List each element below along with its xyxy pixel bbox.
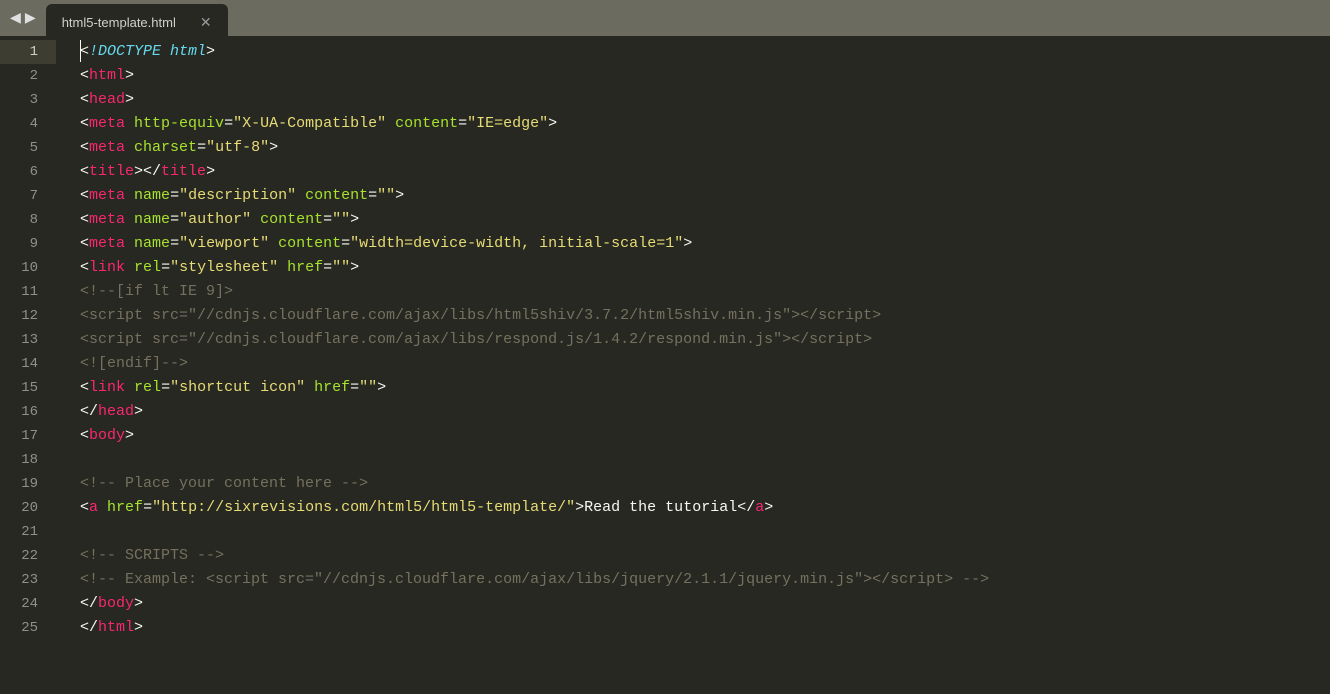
- line-number: 16: [0, 400, 56, 424]
- line-number: 7: [0, 184, 56, 208]
- code-line: <!--[if lt IE 9]>: [56, 280, 1330, 304]
- code-editor[interactable]: 1 2 3 4 5 6 7 8 9 10 11 12 13 14 15 16 1…: [0, 36, 1330, 694]
- line-number: 13: [0, 328, 56, 352]
- line-number: 5: [0, 136, 56, 160]
- line-number: 23: [0, 568, 56, 592]
- text-cursor: [80, 40, 81, 62]
- tab-bar: ◀ ▶ html5-template.html ✕: [0, 0, 1330, 36]
- code-line: <!-- SCRIPTS -->: [56, 544, 1330, 568]
- line-number: 18: [0, 448, 56, 472]
- tab-title: html5-template.html: [62, 15, 176, 30]
- code-line: <!-- Place your content here -->: [56, 472, 1330, 496]
- code-line: <link rel="shortcut icon" href="">: [56, 376, 1330, 400]
- line-number-gutter: 1 2 3 4 5 6 7 8 9 10 11 12 13 14 15 16 1…: [0, 36, 56, 694]
- line-number: 15: [0, 376, 56, 400]
- file-tab[interactable]: html5-template.html ✕: [46, 4, 228, 40]
- code-line: [56, 520, 1330, 544]
- code-line: <script src="//cdnjs.cloudflare.com/ajax…: [56, 304, 1330, 328]
- close-icon[interactable]: ✕: [200, 14, 212, 31]
- line-number: 17: [0, 424, 56, 448]
- line-number: 24: [0, 592, 56, 616]
- line-number: 8: [0, 208, 56, 232]
- code-line: <meta name="author" content="">: [56, 208, 1330, 232]
- code-line: <link rel="stylesheet" href="">: [56, 256, 1330, 280]
- line-number: 14: [0, 352, 56, 376]
- code-line: <title></title>: [56, 160, 1330, 184]
- code-line: <html>: [56, 64, 1330, 88]
- line-number: 22: [0, 544, 56, 568]
- code-line: <script src="//cdnjs.cloudflare.com/ajax…: [56, 328, 1330, 352]
- line-number: 9: [0, 232, 56, 256]
- line-number: 21: [0, 520, 56, 544]
- code-line: </head>: [56, 400, 1330, 424]
- code-line: </body>: [56, 592, 1330, 616]
- code-line: <![endif]-->: [56, 352, 1330, 376]
- code-line: <!-- Example: <script src="//cdnjs.cloud…: [56, 568, 1330, 592]
- line-number: 12: [0, 304, 56, 328]
- code-area[interactable]: <!DOCTYPE html> <html> <head> <meta http…: [56, 36, 1330, 694]
- line-number: 19: [0, 472, 56, 496]
- nav-prev-icon[interactable]: ◀: [10, 7, 21, 29]
- line-number: 6: [0, 160, 56, 184]
- code-line: <!DOCTYPE html>: [56, 40, 1330, 64]
- code-line: <meta charset="utf-8">: [56, 136, 1330, 160]
- line-number: 2: [0, 64, 56, 88]
- line-number: 11: [0, 280, 56, 304]
- line-number: 4: [0, 112, 56, 136]
- tab-nav-arrows: ◀ ▶: [0, 0, 46, 36]
- code-line: [56, 448, 1330, 472]
- nav-next-icon[interactable]: ▶: [25, 7, 36, 29]
- code-line: <a href="http://sixrevisions.com/html5/h…: [56, 496, 1330, 520]
- code-line: <meta name="viewport" content="width=dev…: [56, 232, 1330, 256]
- code-line: <head>: [56, 88, 1330, 112]
- line-number: 25: [0, 616, 56, 640]
- code-line: </html>: [56, 616, 1330, 640]
- code-line: <meta name="description" content="">: [56, 184, 1330, 208]
- line-number: 20: [0, 496, 56, 520]
- code-line: <meta http-equiv="X-UA-Compatible" conte…: [56, 112, 1330, 136]
- line-number: 10: [0, 256, 56, 280]
- line-number: 1: [0, 40, 56, 64]
- line-number: 3: [0, 88, 56, 112]
- code-line: <body>: [56, 424, 1330, 448]
